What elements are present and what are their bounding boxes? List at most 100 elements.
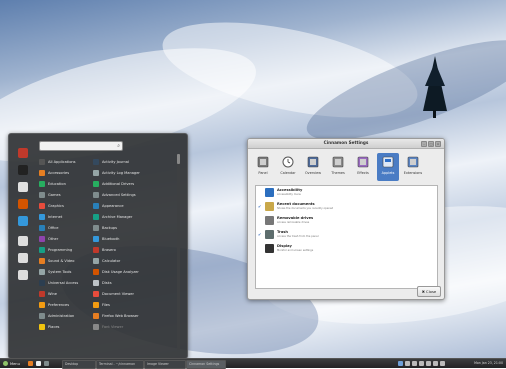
menu-category-label: Administration bbox=[48, 313, 75, 318]
terminal-icon[interactable] bbox=[18, 165, 28, 175]
tab-themes[interactable]: Themes bbox=[327, 153, 349, 181]
menu-category[interactable]: Sound & Video bbox=[39, 255, 78, 266]
network-icon[interactable] bbox=[398, 361, 403, 366]
applet-checkbox[interactable] bbox=[258, 191, 262, 195]
window-close-button[interactable]: × bbox=[435, 141, 441, 147]
menu-app[interactable]: Additional Drivers bbox=[93, 178, 140, 189]
volume-icon[interactable] bbox=[426, 361, 431, 366]
minimize-button[interactable]: – bbox=[421, 141, 427, 147]
maximize-button[interactable]: □ bbox=[428, 141, 434, 147]
applet-checkbox[interactable] bbox=[258, 247, 262, 251]
web-browser-icon[interactable] bbox=[18, 148, 28, 158]
window-list-item[interactable]: Terminal - ~/cinnamon bbox=[96, 360, 144, 369]
menu-category[interactable]: Other bbox=[39, 233, 78, 244]
menu-app[interactable]: Files bbox=[93, 299, 140, 310]
applet-description: Shows the documents you recently opened bbox=[277, 207, 334, 210]
window-list-item[interactable]: Cinnamon Settings bbox=[186, 360, 226, 369]
menu-category[interactable]: System Tools bbox=[39, 266, 78, 277]
menu-logo-icon bbox=[3, 361, 8, 366]
menu-app[interactable]: Activity Journal bbox=[93, 156, 140, 167]
menu-app[interactable]: Backups bbox=[93, 222, 140, 233]
lock-screen-icon[interactable] bbox=[18, 236, 28, 246]
tab-label: Extensions bbox=[403, 171, 423, 175]
menu-app[interactable]: Brasero bbox=[93, 244, 140, 255]
applet-checkbox[interactable]: ✔ bbox=[258, 205, 262, 209]
menu-category[interactable]: Education bbox=[39, 178, 78, 189]
tab-applets[interactable]: Applets bbox=[377, 153, 399, 181]
menu-category-icon bbox=[39, 191, 45, 198]
close-button[interactable]: ✖ Close bbox=[417, 286, 441, 297]
web-browser-launcher-icon[interactable] bbox=[28, 361, 33, 366]
menu-category[interactable]: All Applications bbox=[39, 156, 78, 167]
menu-category[interactable]: Administration bbox=[39, 310, 78, 321]
panel-clock[interactable]: Mon Jan 23, 21:00 bbox=[474, 360, 503, 367]
menu-app[interactable]: Firefox Web Browser bbox=[93, 310, 140, 321]
menu-button[interactable]: Menu bbox=[3, 360, 20, 367]
search-input[interactable]: ⌕ bbox=[39, 141, 123, 151]
titlebar[interactable]: Cinnamon Settings – □ × bbox=[248, 139, 444, 149]
menu-app[interactable]: Appearance bbox=[93, 200, 140, 211]
menu-app[interactable]: Disks bbox=[93, 277, 140, 288]
menu-category[interactable]: Games bbox=[39, 189, 78, 200]
files-launcher-icon[interactable] bbox=[44, 361, 49, 366]
tab-calendar[interactable]: Calendar bbox=[277, 153, 299, 181]
search-icon: ⌕ bbox=[117, 143, 120, 149]
settings-icon[interactable] bbox=[18, 216, 28, 226]
tab-panel[interactable]: Panel bbox=[252, 153, 274, 181]
text-editor-icon[interactable] bbox=[18, 182, 28, 192]
applet-checkbox[interactable] bbox=[258, 219, 262, 223]
menu-app[interactable]: Document Viewer bbox=[93, 288, 140, 299]
applet-icon bbox=[265, 244, 274, 253]
menu-category[interactable]: Programming bbox=[39, 244, 78, 255]
tab-effects[interactable]: Effects bbox=[352, 153, 374, 181]
menu-category[interactable]: Accessories bbox=[39, 167, 78, 178]
quit-icon[interactable] bbox=[18, 270, 28, 280]
menu-category[interactable]: Internet bbox=[39, 211, 78, 222]
menu-category-icon bbox=[39, 268, 45, 275]
terminal-launcher-icon[interactable] bbox=[36, 361, 41, 366]
menu-app-icon bbox=[93, 257, 99, 264]
applet-name: Accessibility bbox=[277, 188, 303, 192]
tab-overview[interactable]: Overview bbox=[302, 153, 324, 181]
menu-category[interactable]: Graphics bbox=[39, 200, 78, 211]
menu-category[interactable]: Universal Access bbox=[39, 277, 78, 288]
menu-app[interactable]: Bluetooth bbox=[93, 233, 140, 244]
menu-category[interactable]: Wine bbox=[39, 288, 78, 299]
applet-row[interactable]: Display Monitor and screen settings bbox=[256, 243, 437, 256]
applet-row[interactable]: Removable drives Access removable drives bbox=[256, 215, 437, 228]
menu-app[interactable]: Advanced Settings bbox=[93, 189, 140, 200]
applet-row[interactable]: Accessibility Accessibility menu bbox=[256, 187, 437, 200]
menu-app-label: Font Viewer bbox=[102, 324, 124, 329]
menu-scrollbar[interactable] bbox=[177, 154, 180, 350]
menu-category[interactable]: Places bbox=[39, 321, 78, 332]
applet-checkbox[interactable]: ✔ bbox=[258, 233, 262, 237]
applet-row[interactable]: ✔ Trash Access the trash from the panel bbox=[256, 229, 437, 242]
package-icon[interactable] bbox=[18, 199, 28, 209]
battery-icon[interactable] bbox=[440, 361, 445, 366]
menu-app[interactable]: Archive Manager bbox=[93, 211, 140, 222]
application-menu: ⌕ All Applications Accessories Education Ga… bbox=[8, 133, 188, 358]
logout-icon[interactable] bbox=[18, 253, 28, 263]
menu-category[interactable]: Preferences bbox=[39, 299, 78, 310]
menu-app[interactable]: Font Viewer bbox=[93, 321, 140, 332]
menu-app[interactable]: Disk Usage Analyzer bbox=[93, 266, 140, 277]
close-icon: ✖ bbox=[421, 289, 425, 294]
user-icon[interactable] bbox=[433, 361, 438, 366]
trash-icon[interactable] bbox=[412, 361, 417, 366]
tab-label: Overview bbox=[305, 171, 321, 175]
menu-scrollbar-thumb[interactable] bbox=[177, 154, 180, 164]
menu-app-icon bbox=[93, 202, 99, 209]
window-buttons: – □ × bbox=[421, 141, 441, 147]
removable-drive-icon[interactable] bbox=[405, 361, 410, 366]
menu-app[interactable]: Activity Log Manager bbox=[93, 167, 140, 178]
applet-row[interactable]: ✔ Recent documents Shows the documents you… bbox=[256, 201, 437, 214]
menu-app[interactable]: Calculator bbox=[93, 255, 140, 266]
window-list-item[interactable]: Image Viewer bbox=[144, 360, 186, 369]
menu-category-label: System Tools bbox=[48, 269, 72, 274]
tab-extensions[interactable]: Extensions bbox=[402, 153, 424, 181]
menu-category-icon bbox=[39, 279, 45, 286]
menu-category[interactable]: Office bbox=[39, 222, 78, 233]
recent-documents-icon[interactable] bbox=[419, 361, 424, 366]
window-list-item[interactable]: Desktop bbox=[62, 360, 96, 369]
menu-app-label: Bluetooth bbox=[102, 236, 120, 241]
